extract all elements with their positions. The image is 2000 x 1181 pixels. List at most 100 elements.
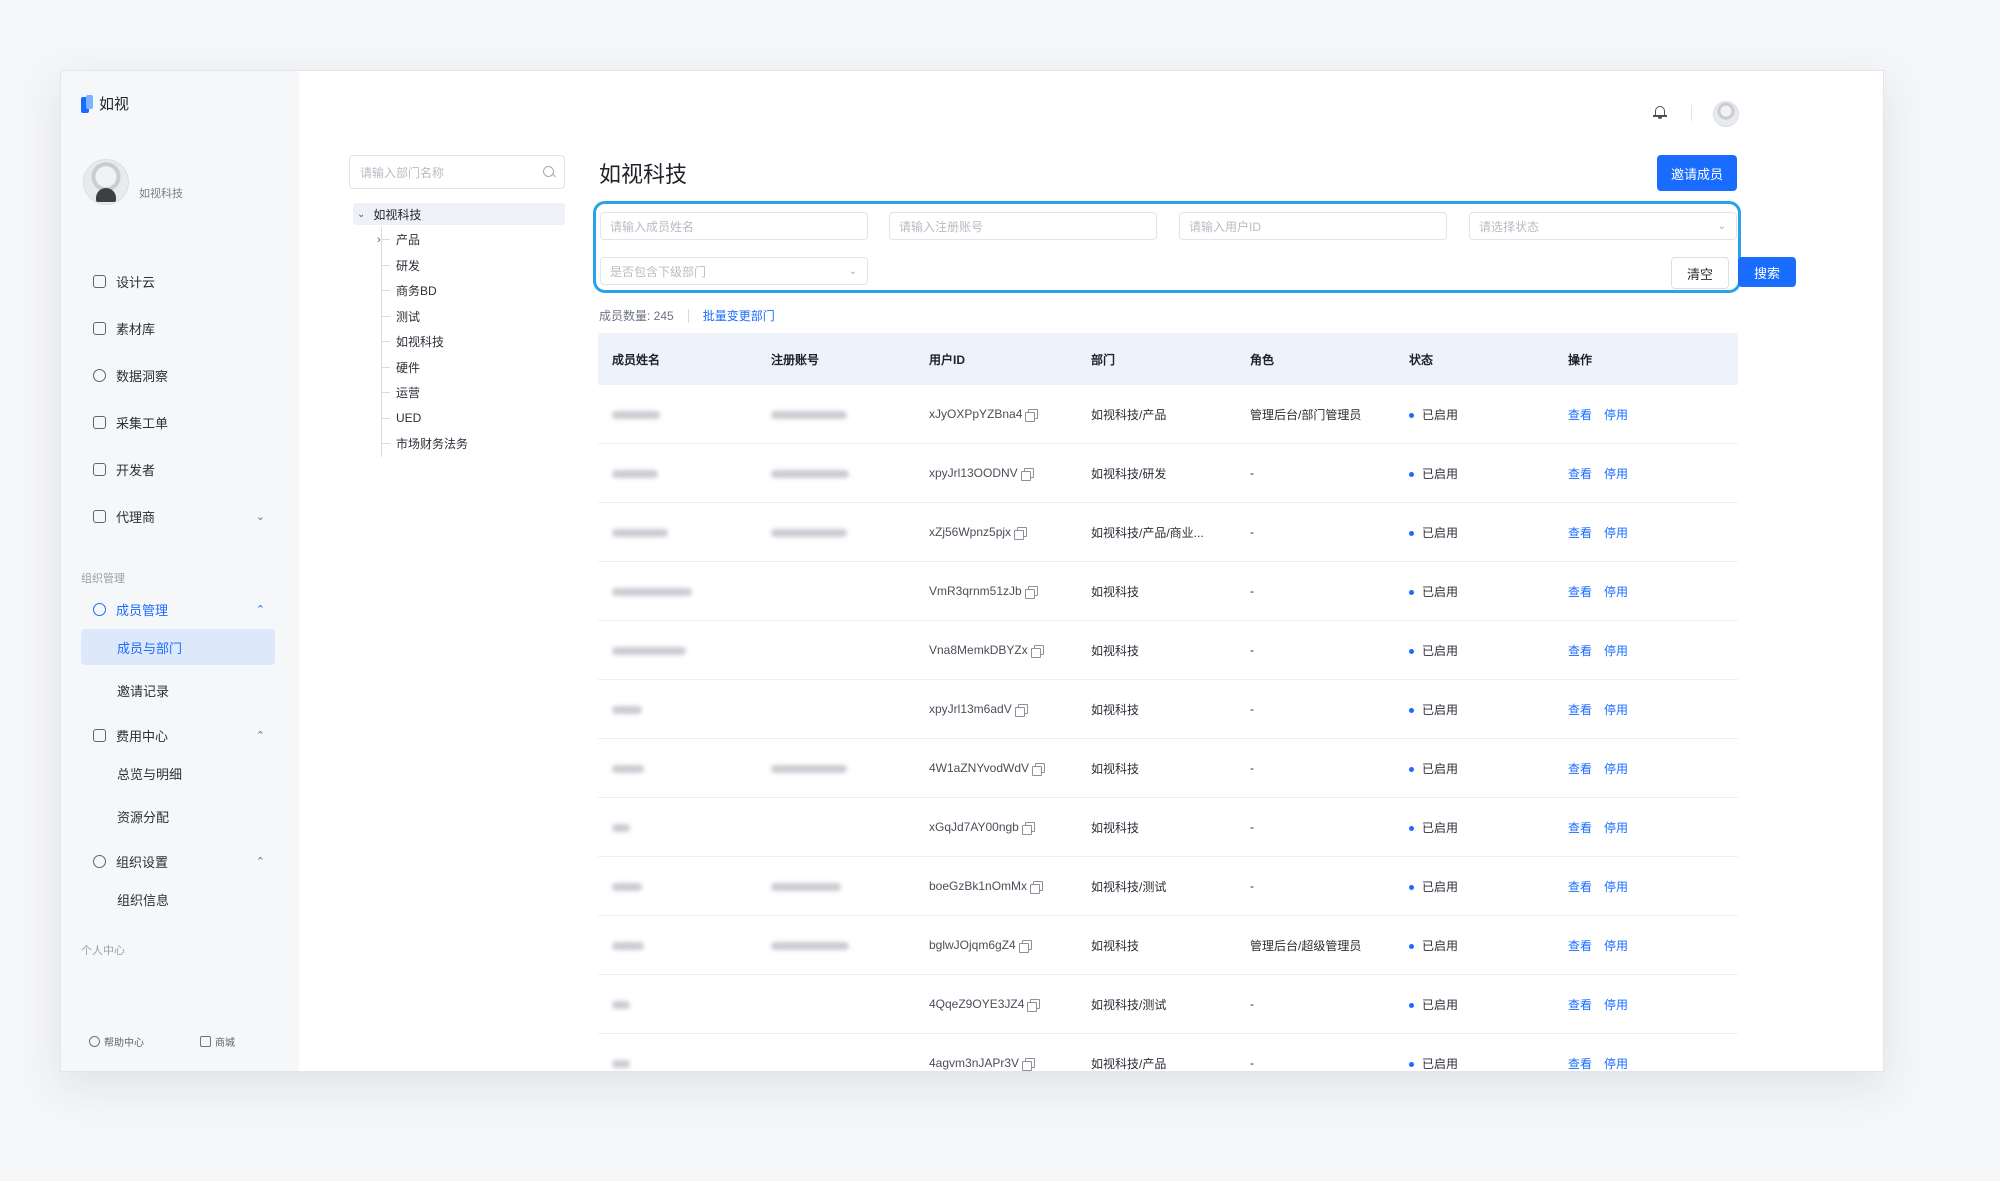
status-dot-icon xyxy=(1409,648,1414,654)
disable-link[interactable]: 停用 xyxy=(1604,1057,1628,1071)
tree-node-product[interactable]: › 产品 xyxy=(377,227,565,253)
sidebar-item-member-mgmt[interactable]: 成员管理 ⌃ xyxy=(61,589,299,629)
chevron-down-icon[interactable]: ⌄ xyxy=(357,209,365,220)
section-title-personal: 个人中心 xyxy=(81,945,125,957)
tree-node-marketing-finance-legal[interactable]: 市场财务法务 xyxy=(382,431,565,457)
tree-node-qa[interactable]: 测试 xyxy=(382,304,565,330)
member-name-input[interactable]: 请输入成员姓名 xyxy=(600,212,868,240)
tree-node-ued[interactable]: UED xyxy=(382,406,565,432)
status-text: 已启用 xyxy=(1422,761,1459,776)
org-avatar[interactable] xyxy=(83,159,129,205)
sidebar-item-invite-records[interactable]: 邀请记录 xyxy=(81,672,275,708)
view-link[interactable]: 查看 xyxy=(1568,939,1592,953)
cell-actions: 查看 停用 xyxy=(1554,502,1738,562)
view-link[interactable]: 查看 xyxy=(1568,585,1592,599)
user-id-text: xZj56Wpnz5pjx xyxy=(929,525,1012,539)
cell-account xyxy=(757,443,915,503)
view-link[interactable]: 查看 xyxy=(1568,644,1592,658)
invite-member-button[interactable]: 邀请成员 xyxy=(1657,155,1737,191)
status-dot-icon xyxy=(1409,707,1414,713)
sidebar-item-billing[interactable]: 费用中心 ⌃ xyxy=(61,715,299,755)
copy-icon[interactable] xyxy=(1021,822,1035,835)
search-button[interactable]: 搜索 xyxy=(1738,257,1796,287)
disable-link[interactable]: 停用 xyxy=(1604,939,1628,953)
sidebar-item-org-info[interactable]: 组织信息 xyxy=(81,881,275,917)
view-link[interactable]: 查看 xyxy=(1568,821,1592,835)
redacted-name xyxy=(612,705,642,714)
copy-icon[interactable] xyxy=(1024,586,1038,599)
copy-icon[interactable] xyxy=(1020,468,1034,481)
sidebar-item-data-insight[interactable]: 数据洞察 xyxy=(61,352,299,399)
view-link[interactable]: 查看 xyxy=(1568,762,1592,776)
disable-link[interactable]: 停用 xyxy=(1604,644,1628,658)
sidebar-item-resource-allocation[interactable]: 资源分配 xyxy=(81,798,275,834)
bell-icon[interactable] xyxy=(1653,105,1667,119)
app-logo[interactable]: 如视 xyxy=(81,93,129,114)
copy-icon[interactable] xyxy=(1030,881,1044,894)
disable-link[interactable]: 停用 xyxy=(1604,880,1628,894)
tree-node-hardware[interactable]: 硬件 xyxy=(382,355,565,381)
cell-account xyxy=(757,502,915,562)
view-link[interactable]: 查看 xyxy=(1568,703,1592,717)
status-text: 已启用 xyxy=(1422,820,1459,835)
view-link[interactable]: 查看 xyxy=(1568,408,1592,422)
disable-link[interactable]: 停用 xyxy=(1604,526,1628,540)
store-link[interactable]: 商城 xyxy=(200,1034,235,1049)
sidebar-item-members-departments[interactable]: 成员与部门 xyxy=(81,629,275,665)
tree-node-operations[interactable]: 运营 xyxy=(382,380,565,406)
copy-icon[interactable] xyxy=(1032,763,1046,776)
batch-change-dept-link[interactable]: 批量变更部门 xyxy=(703,307,775,324)
status-select[interactable]: 请选择状态 ⌄ xyxy=(1469,212,1737,240)
help-center-link[interactable]: 帮助中心 xyxy=(89,1034,144,1049)
view-link[interactable]: 查看 xyxy=(1568,1057,1592,1071)
view-link[interactable]: 查看 xyxy=(1568,880,1592,894)
cell-name xyxy=(598,738,757,798)
copy-icon[interactable] xyxy=(1027,999,1041,1012)
cell-name xyxy=(598,974,757,1034)
chevron-right-icon[interactable]: › xyxy=(377,233,381,246)
table-row: 4agvm3nJAPr3V 如视科技/产品 - 已启用 查看 停用 xyxy=(598,1033,1738,1071)
view-link[interactable]: 查看 xyxy=(1568,467,1592,481)
disable-link[interactable]: 停用 xyxy=(1604,703,1628,717)
copy-icon[interactable] xyxy=(1025,409,1039,422)
user-id-input[interactable]: 请输入用户ID xyxy=(1179,212,1447,240)
tree-node-rd[interactable]: 研发 xyxy=(382,253,565,279)
copy-icon[interactable] xyxy=(1014,527,1028,540)
tree-node-company[interactable]: 如视科技 xyxy=(382,329,565,355)
cell-role: - xyxy=(1236,856,1395,916)
status-dot-icon xyxy=(1409,943,1414,949)
disable-link[interactable]: 停用 xyxy=(1604,821,1628,835)
disable-link[interactable]: 停用 xyxy=(1604,585,1628,599)
chevron-down-icon: ⌄ xyxy=(255,511,265,523)
disable-link[interactable]: 停用 xyxy=(1604,467,1628,481)
cell-role: - xyxy=(1236,738,1395,798)
copy-icon[interactable] xyxy=(1014,704,1028,717)
main-nav: 设计云 素材库 数据洞察 采集工单 开发者 代理商 ⌄ xyxy=(61,258,299,540)
sidebar-item-agents[interactable]: 代理商 ⌄ xyxy=(61,493,299,540)
tree-node-bd[interactable]: 商务BD xyxy=(382,278,565,304)
org-profile[interactable]: 如视科技 xyxy=(83,159,183,205)
disable-link[interactable]: 停用 xyxy=(1604,762,1628,776)
sidebar-item-org-settings[interactable]: 组织设置 ⌃ xyxy=(61,841,299,881)
copy-icon[interactable] xyxy=(1022,1058,1036,1071)
account-input[interactable]: 请输入注册账号 xyxy=(889,212,1157,240)
disable-link[interactable]: 停用 xyxy=(1604,408,1628,422)
view-link[interactable]: 查看 xyxy=(1568,998,1592,1012)
topbar-divider xyxy=(1691,105,1692,121)
sidebar-item-developer[interactable]: 开发者 xyxy=(61,446,299,493)
dept-search-input[interactable]: 请输入部门名称 xyxy=(349,155,565,189)
tree-node-root[interactable]: ⌄ 如视科技 xyxy=(353,203,565,225)
sidebar-item-work-orders[interactable]: 采集工单 xyxy=(61,399,299,446)
sidebar-item-overview-details[interactable]: 总览与明细 xyxy=(81,755,275,791)
sidebar-item-asset-library[interactable]: 素材库 xyxy=(61,305,299,352)
copy-icon[interactable] xyxy=(1030,645,1044,658)
view-link[interactable]: 查看 xyxy=(1568,526,1592,540)
sidebar-footer: 帮助中心 商城 xyxy=(89,1034,235,1049)
include-subdept-select[interactable]: 是否包含下级部门 ⌄ xyxy=(600,257,868,285)
user-avatar[interactable] xyxy=(1713,101,1739,127)
disable-link[interactable]: 停用 xyxy=(1604,998,1628,1012)
sidebar-item-design-cloud[interactable]: 设计云 xyxy=(61,258,299,305)
copy-icon[interactable] xyxy=(1018,940,1032,953)
clear-button[interactable]: 清空 xyxy=(1671,257,1729,289)
cell-dept: 如视科技/产品/商业... xyxy=(1077,502,1236,562)
